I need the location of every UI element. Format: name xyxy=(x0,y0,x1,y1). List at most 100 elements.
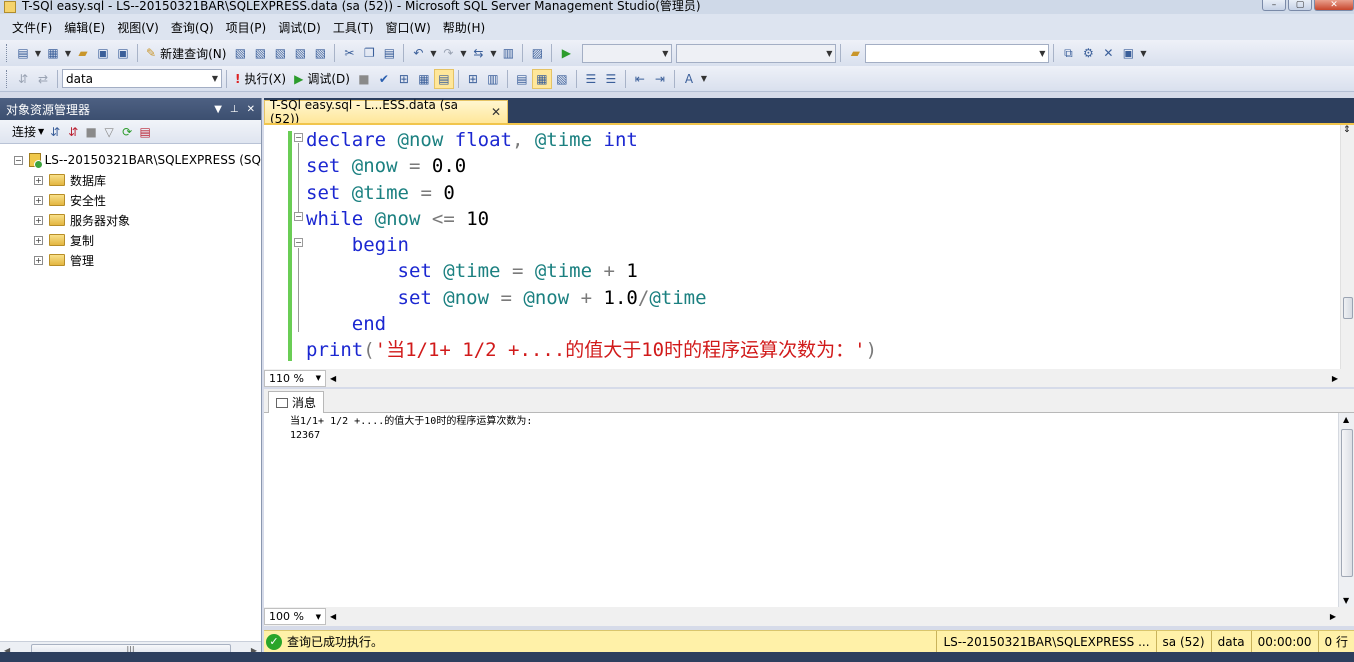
debug-button[interactable]: ▶ 调试(D) xyxy=(290,69,354,89)
menu-window[interactable]: 窗口(W) xyxy=(380,19,437,36)
toolbar-grip[interactable] xyxy=(6,69,9,88)
chevron-down-icon[interactable]: ▼ xyxy=(1138,43,1148,63)
menu-help[interactable]: 帮助(H) xyxy=(437,19,491,36)
menu-project[interactable]: 项目(P) xyxy=(220,19,273,36)
properties-icon[interactable]: ✕ xyxy=(1098,43,1118,63)
menu-debug[interactable]: 调试(D) xyxy=(272,19,327,36)
change-connection-icon[interactable]: ⇄ xyxy=(33,69,53,89)
panel-menu-icon[interactable]: ▼ xyxy=(214,104,222,115)
save-icon[interactable]: ▣ xyxy=(93,43,113,63)
registered-servers-icon[interactable]: ⧉ xyxy=(1058,43,1078,63)
editor-zoom-select[interactable]: 110 % ▼ xyxy=(264,369,326,387)
new-query-button[interactable]: ✎ 新建查询(N) xyxy=(142,43,230,63)
include-plan-icon[interactable]: ⊞ xyxy=(463,69,483,89)
disconnect-icon[interactable]: ⇵ xyxy=(64,122,82,142)
scroll-left-icon[interactable]: ◀ xyxy=(330,612,336,621)
navigate-icon[interactable]: ⇆ xyxy=(468,43,488,63)
collapse-icon[interactable]: − xyxy=(14,155,23,165)
mdx-query-icon[interactable]: ▧ xyxy=(270,43,290,63)
open-file-icon[interactable]: ▰ xyxy=(73,43,93,63)
execute-button[interactable]: ! 执行(X) xyxy=(231,69,290,89)
find-in-files-icon[interactable]: ▰ xyxy=(845,43,865,63)
chevron-down-icon[interactable]: ▼ xyxy=(33,43,43,63)
pin-icon[interactable]: ⊥ xyxy=(230,104,239,115)
new-project-icon[interactable]: ▤ xyxy=(13,43,33,63)
results-to-file-icon[interactable]: ▧ xyxy=(552,69,572,89)
filter-icon[interactable]: ▽ xyxy=(100,122,118,142)
add-item-icon[interactable]: ▦ xyxy=(43,43,63,63)
results-zoom-select[interactable]: 100 % ▼ xyxy=(264,608,326,625)
summary-icon[interactable]: ▤ xyxy=(136,122,154,142)
available-databases-select[interactable]: data ▼ xyxy=(62,69,222,88)
chevron-down-icon[interactable]: ▼ xyxy=(699,69,709,89)
close-tab-icon[interactable]: ✕ xyxy=(491,105,501,119)
object-explorer-icon[interactable]: ⚙ xyxy=(1078,43,1098,63)
tree-node-security[interactable]: + 安全性 xyxy=(0,190,261,210)
client-statistics-icon[interactable]: ▥ xyxy=(483,69,503,89)
cut-icon[interactable]: ✂ xyxy=(339,43,359,63)
menu-view[interactable]: 视图(V) xyxy=(111,19,165,36)
analysis-query-icon[interactable]: ▧ xyxy=(250,43,270,63)
expand-icon[interactable]: + xyxy=(34,255,43,265)
expand-icon[interactable]: + xyxy=(34,235,43,245)
comment-icon[interactable]: ☰ xyxy=(581,69,601,89)
scroll-thumb[interactable] xyxy=(1343,297,1353,319)
chevron-down-icon[interactable]: ▼ xyxy=(458,43,468,63)
connect-server-icon[interactable]: ⇵ xyxy=(46,122,64,142)
maximize-button[interactable]: ▢ xyxy=(1288,0,1312,11)
specify-template-values-icon[interactable]: A xyxy=(679,69,699,89)
connect-icon[interactable]: ⇵ xyxy=(13,69,33,89)
sqlce-query-icon[interactable]: ▧ xyxy=(310,43,330,63)
decrease-indent-icon[interactable]: ⇤ xyxy=(630,69,650,89)
scroll-right-icon[interactable]: ▶ xyxy=(1332,374,1338,383)
toolbar-grip[interactable] xyxy=(6,44,9,62)
solution-config-select[interactable]: ▼ xyxy=(582,43,673,63)
stop-icon[interactable]: ■ xyxy=(82,122,100,142)
tree-node-server-objects[interactable]: + 服务器对象 xyxy=(0,210,261,230)
cancel-execution-icon[interactable]: ■ xyxy=(354,69,374,89)
toolbox-icon[interactable]: ▣ xyxy=(1118,43,1138,63)
collapse-icon[interactable]: − xyxy=(294,212,303,221)
refresh-icon[interactable]: ⟳ xyxy=(118,122,136,142)
xmla-query-icon[interactable]: ▧ xyxy=(290,43,310,63)
undo-icon[interactable]: ↶ xyxy=(408,43,428,63)
uncomment-icon[interactable]: ☰ xyxy=(601,69,621,89)
find-input[interactable]: ▼ xyxy=(865,43,1050,63)
start-debug-icon[interactable]: ▶ xyxy=(556,43,576,63)
collapse-icon[interactable]: − xyxy=(294,238,303,247)
close-button[interactable]: ✕ xyxy=(1314,0,1354,11)
expand-icon[interactable]: + xyxy=(34,215,43,225)
results-to-text-icon[interactable]: ▤ xyxy=(512,69,532,89)
tree-node-databases[interactable]: + 数据库 xyxy=(0,170,261,190)
menu-edit[interactable]: 编辑(E) xyxy=(58,19,111,36)
results-grid-icon[interactable]: ▦ xyxy=(531,68,552,89)
minimize-button[interactable]: – xyxy=(1262,0,1286,11)
chevron-down-icon[interactable]: ▼ xyxy=(63,43,73,63)
solution-platform-select[interactable]: ▼ xyxy=(676,43,837,63)
save-all-icon[interactable]: ▣ xyxy=(113,43,133,63)
expand-icon[interactable]: + xyxy=(34,195,43,205)
results-pane[interactable]: 当1/1+ 1/2 +....的值大于10时的程序运算次数为: 12367 ▲ ▼ xyxy=(264,413,1354,607)
scroll-left-icon[interactable]: ◀ xyxy=(330,374,336,383)
expand-icon[interactable]: + xyxy=(34,175,43,185)
query-editor[interactable]: − − − declare @now float, @time int set @… xyxy=(264,123,1354,369)
report-icon[interactable]: ▥ xyxy=(498,43,518,63)
activity-monitor-icon[interactable]: ▨ xyxy=(527,43,547,63)
server-node[interactable]: − LS--20150321BAR\SQLEXPRESS (SQ xyxy=(0,150,261,170)
tree-node-management[interactable]: + 管理 xyxy=(0,250,261,270)
increase-indent-icon[interactable]: ⇥ xyxy=(650,69,670,89)
scroll-thumb[interactable] xyxy=(1341,429,1353,577)
scroll-down-icon[interactable]: ▼ xyxy=(1343,596,1349,605)
menu-file[interactable]: 文件(F) xyxy=(6,19,58,36)
chevron-down-icon[interactable]: ▼ xyxy=(488,43,498,63)
tab-messages[interactable]: 消息 xyxy=(268,391,324,413)
collapse-icon[interactable]: − xyxy=(294,133,303,142)
connect-button[interactable]: 连接 ▼ xyxy=(10,122,46,142)
close-icon[interactable]: ✕ xyxy=(247,104,255,115)
editor-vscroll[interactable]: ⇕ xyxy=(1340,125,1354,369)
menu-query[interactable]: 查询(Q) xyxy=(165,19,220,36)
parse-icon[interactable]: ✔ xyxy=(374,69,394,89)
tab-query[interactable]: T-SQl easy.sql - L...ESS.data (sa (52)) … xyxy=(264,98,508,126)
scroll-up-icon[interactable]: ▲ xyxy=(1343,415,1349,424)
display-plan-icon[interactable]: ⊞ xyxy=(394,69,414,89)
